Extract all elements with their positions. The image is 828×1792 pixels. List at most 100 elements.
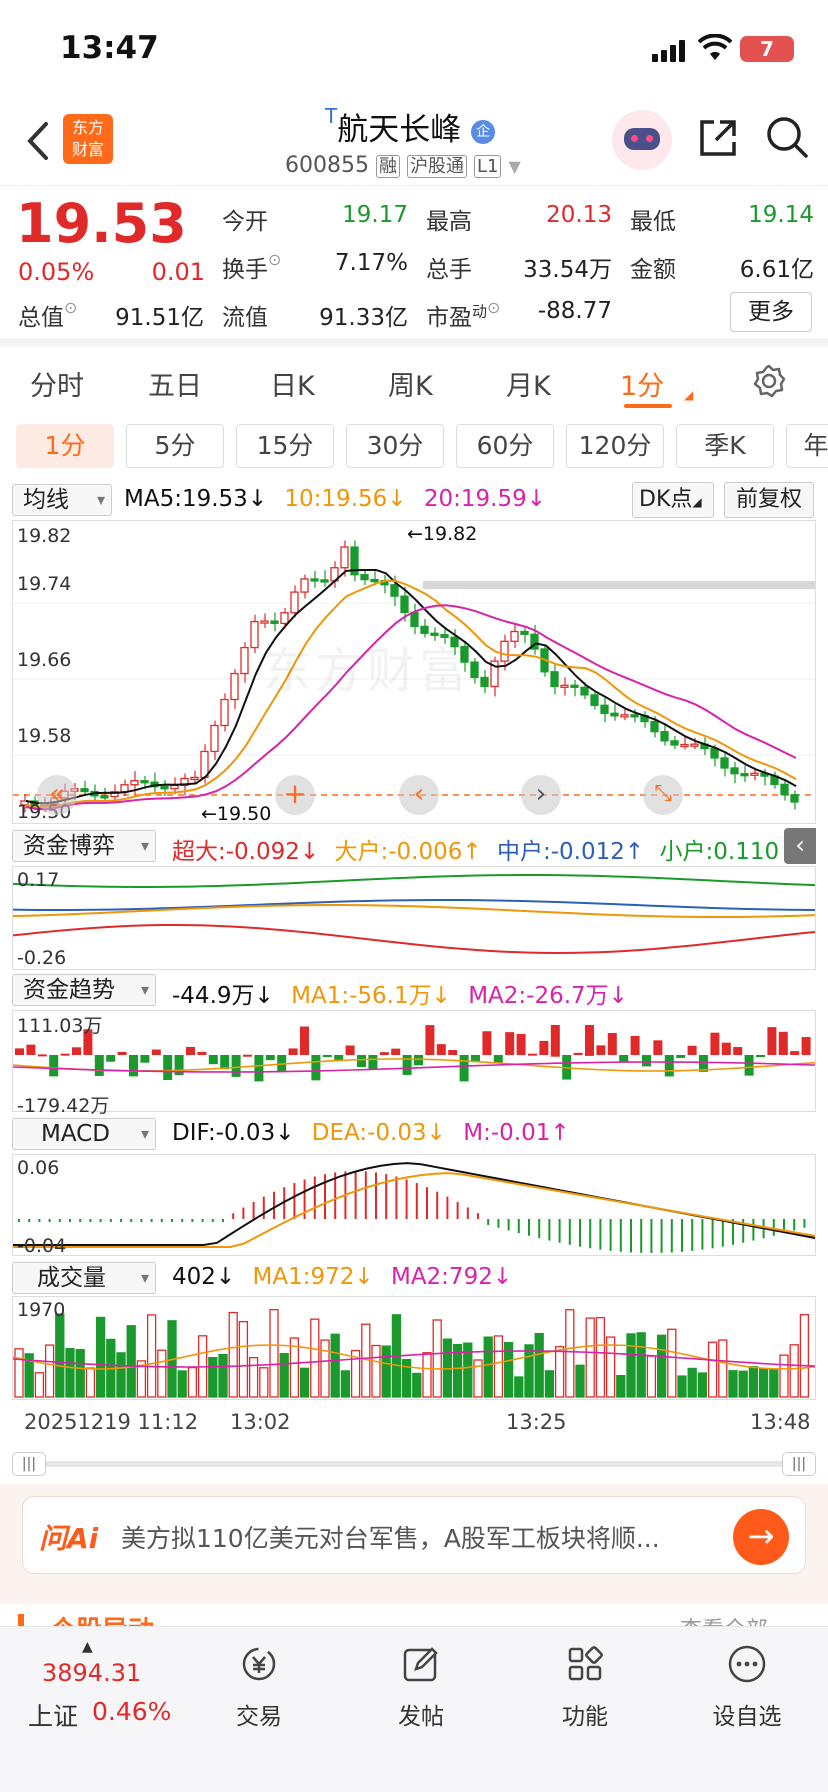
adjust-button[interactable]: 前复权 bbox=[724, 482, 814, 518]
more-button[interactable]: 更多 bbox=[730, 292, 812, 332]
label-float-cap: 流值 bbox=[222, 305, 268, 331]
range-handle-right[interactable]: ||| bbox=[782, 1452, 816, 1476]
candlestick-chart[interactable]: 东方财富 19.82 19.74 19.66 19.58 19.50 ←19.8… bbox=[12, 520, 816, 825]
period-30min[interactable]: 30分 bbox=[346, 424, 444, 468]
fund-trend-bar bbox=[596, 1045, 606, 1055]
tab-weekly-k[interactable]: 周K bbox=[388, 364, 433, 403]
robot-avatar-icon[interactable] bbox=[612, 110, 672, 170]
tab-minute[interactable]: 1分 ◢ bbox=[620, 364, 693, 408]
volume-bar bbox=[667, 1328, 677, 1398]
fund-trend-chart[interactable]: 111.03万 -179.42万 bbox=[12, 1010, 816, 1117]
dk-point-button[interactable]: DK点◢ bbox=[632, 482, 714, 518]
period-1min[interactable]: 1分 bbox=[16, 424, 114, 468]
volume-ma1: MA1:972↓ bbox=[252, 1264, 374, 1290]
prev-icon[interactable]: ‹ bbox=[399, 775, 439, 815]
change-amount: 0.01 bbox=[151, 258, 205, 286]
volume-bar bbox=[279, 1352, 289, 1398]
search-icon[interactable] bbox=[764, 114, 810, 164]
fund-game-chart[interactable]: 0.17 -0.26 bbox=[12, 866, 816, 970]
share-icon[interactable] bbox=[696, 116, 740, 164]
range-handle-left[interactable]: ||| bbox=[12, 1452, 46, 1476]
fund-trend-bar bbox=[471, 1055, 480, 1062]
macd-dea-line bbox=[13, 1172, 815, 1248]
tab-five-day[interactable]: 五日 bbox=[148, 364, 202, 403]
volume-bar bbox=[218, 1353, 228, 1398]
volume-bar bbox=[626, 1333, 636, 1398]
volume-bar bbox=[44, 1344, 55, 1398]
fund-trend-bar bbox=[687, 1045, 697, 1055]
ai-banner-wrap: 问Ai 美方拟110亿美元对台军售，A股军工板块将顺... → bbox=[0, 1484, 828, 1604]
period-quarter-k[interactable]: 季K bbox=[676, 424, 774, 468]
fund-trend-bar bbox=[208, 1055, 218, 1065]
candle-body bbox=[410, 611, 419, 628]
macd-chart[interactable]: 0.06 -0.04 bbox=[12, 1154, 816, 1257]
ma-selector[interactable]: 均线 bbox=[12, 484, 112, 516]
label-turnover: 换手⊙ bbox=[222, 250, 282, 283]
fund-trend-bar bbox=[482, 1031, 492, 1055]
macd-selector[interactable]: MACD bbox=[12, 1118, 156, 1150]
volume-bar bbox=[758, 1368, 769, 1398]
chart-tabs: 分时 五日 日K 周K 月K 1分 ◢ bbox=[0, 350, 828, 420]
app-logo[interactable]: 东方 财富 bbox=[63, 114, 113, 164]
volume-bar bbox=[116, 1352, 126, 1398]
volume-y-top: 1970 bbox=[17, 1299, 66, 1321]
fullscreen-icon[interactable]: ⤡ bbox=[643, 775, 683, 815]
period-year-k[interactable]: 年 bbox=[786, 424, 828, 468]
candle-body bbox=[300, 578, 309, 593]
arrow-right-icon[interactable]: → bbox=[733, 1509, 789, 1565]
back-icon[interactable] bbox=[26, 120, 50, 166]
nav-trade[interactable]: 交易 bbox=[214, 1643, 304, 1731]
fund-trend-bar bbox=[265, 1055, 275, 1061]
volume-chart[interactable]: 1970 bbox=[12, 1296, 816, 1400]
tab-monthly-k[interactable]: 月K bbox=[506, 364, 551, 403]
super-large-value: 超大:-0.092↓ bbox=[172, 839, 320, 865]
candle-body bbox=[390, 584, 399, 597]
period-60min[interactable]: 60分 bbox=[456, 424, 554, 468]
candle-body bbox=[660, 731, 669, 742]
stock-code-row[interactable]: 600855 融 沪股通 L1 ▼ bbox=[285, 152, 521, 178]
range-scrollbar[interactable]: ||| ||| bbox=[12, 1452, 816, 1476]
volume-bar bbox=[605, 1336, 616, 1398]
fund-trend-selector[interactable]: 资金趋势 bbox=[12, 974, 156, 1006]
crosshair-icon[interactable]: + bbox=[275, 775, 315, 815]
ai-banner[interactable]: 问Ai 美方拟110亿美元对台军售，A股军工板块将顺... → bbox=[22, 1496, 806, 1574]
volume-bar bbox=[330, 1333, 340, 1398]
value-low: 19.14 bbox=[748, 202, 814, 228]
candle-body bbox=[520, 630, 529, 635]
info-icon[interactable]: ⊙ bbox=[487, 298, 500, 317]
company-badge: 企 bbox=[471, 119, 496, 144]
nav-functions[interactable]: 功能 bbox=[540, 1643, 630, 1731]
volume-bar bbox=[65, 1348, 75, 1398]
volume-bar bbox=[371, 1344, 381, 1398]
macd-y-bottom: -0.04 bbox=[17, 1235, 67, 1257]
fund-game-selector[interactable]: 资金博弈 bbox=[12, 830, 156, 862]
scroll-left-icon[interactable]: « bbox=[37, 775, 77, 815]
candle-body bbox=[500, 640, 509, 662]
settings-gear-icon[interactable] bbox=[752, 364, 786, 402]
volume-bar bbox=[248, 1357, 259, 1398]
nav-watchlist[interactable]: 设自选 bbox=[702, 1643, 792, 1731]
candle-body bbox=[670, 740, 679, 746]
period-15min[interactable]: 15分 bbox=[236, 424, 334, 468]
volume-selector[interactable]: 成交量 bbox=[12, 1262, 156, 1294]
fund-trend-bar bbox=[676, 1055, 686, 1058]
info-icon[interactable]: ⊙ bbox=[64, 298, 77, 317]
volume-bar bbox=[636, 1332, 646, 1398]
tab-active-underline bbox=[624, 404, 672, 408]
collapse-panel-icon[interactable]: ‹ bbox=[784, 828, 816, 864]
index-widget[interactable]: ▲ 3894.31 上证 0.46% bbox=[22, 1639, 182, 1749]
bottom-nav: ▲ 3894.31 上证 0.46% 交易 发帖 功能 设自选 bbox=[0, 1626, 828, 1792]
info-icon[interactable]: ⊙ bbox=[268, 250, 281, 269]
volume-bar bbox=[646, 1355, 657, 1398]
tab-daily-k[interactable]: 日K bbox=[270, 364, 315, 403]
tab-intraday[interactable]: 分时 bbox=[30, 364, 84, 403]
nav-post[interactable]: 发帖 bbox=[376, 1643, 466, 1731]
candle-body bbox=[650, 720, 659, 733]
fund-trend-bar bbox=[493, 1055, 503, 1063]
trade-icon bbox=[242, 1647, 276, 1681]
fund-trend-bar bbox=[619, 1055, 629, 1062]
next-icon[interactable]: › bbox=[521, 775, 561, 815]
period-5min[interactable]: 5分 bbox=[126, 424, 224, 468]
volume-bar bbox=[595, 1316, 606, 1398]
period-120min[interactable]: 120分 bbox=[566, 424, 664, 468]
